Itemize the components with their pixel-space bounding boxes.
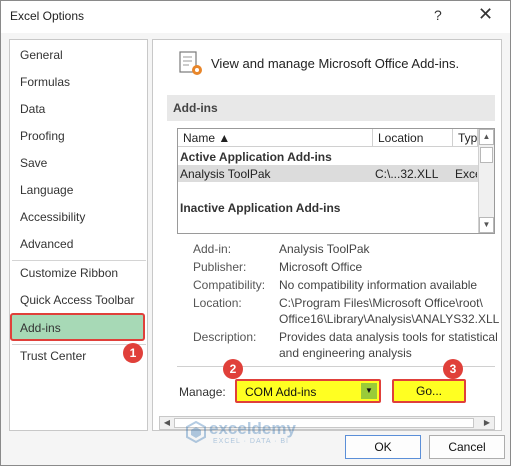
window-title: Excel Options [10, 9, 85, 23]
watermark-name: exceldemy [209, 419, 296, 438]
scroll-up-icon[interactable]: ▲ [479, 129, 494, 145]
sidebar-item-formulas[interactable]: Formulas [20, 75, 70, 89]
help-icon[interactable]: ? [434, 7, 442, 23]
watermark-logo-icon [186, 421, 206, 443]
annotation-badge-2: 2 [223, 359, 243, 379]
cancel-button[interactable]: Cancel [429, 435, 505, 459]
manage-dropdown[interactable]: COM Add-ins ▼ [235, 379, 381, 403]
sidebar-item-customize-ribbon[interactable]: Customize Ribbon [20, 266, 118, 280]
sidebar-item-save[interactable]: Save [20, 156, 47, 170]
group-title-inactive: Inactive Application Add-ins [180, 201, 341, 215]
detail-label-publisher: Publisher: [193, 260, 247, 274]
group-header: Inactive Application Add-ins [178, 199, 478, 216]
addins-gear-icon [179, 51, 202, 75]
watermark: exceldemy EXCEL · DATA · BI [185, 419, 335, 449]
ok-button[interactable]: OK [345, 435, 421, 459]
sidebar-divider [12, 260, 146, 261]
annotation-badge-3: 3 [443, 359, 463, 379]
grid-header: Name ▲ Location Type [178, 129, 478, 147]
scroll-right-icon[interactable]: ▶ [480, 417, 494, 429]
row-name: Analysis ToolPak [180, 167, 271, 181]
detail-value-location-2: Office16\Library\Analysis\ANALYS32.XLL [279, 312, 500, 326]
watermark-tagline: EXCEL · DATA · BI [213, 438, 289, 445]
options-sidebar: General Formulas Data Proofing Save Lang… [9, 39, 148, 431]
detail-value-publisher: Microsoft Office [279, 260, 363, 274]
row-type: Exce [455, 167, 477, 181]
row-location: C:\...32.XLL [375, 167, 439, 181]
scroll-down-icon[interactable]: ▼ [479, 217, 494, 233]
sidebar-item-quick-access-toolbar[interactable]: Quick Access Toolbar [20, 293, 135, 307]
section-header: Add-ins [167, 95, 495, 121]
sidebar-item-trust-center[interactable]: Trust Center [20, 349, 86, 363]
sidebar-item-addins[interactable]: Add-ins [20, 321, 61, 335]
sidebar-item-general[interactable]: General [20, 48, 63, 62]
detail-value-compatibility: No compatibility information available [279, 278, 478, 292]
close-icon[interactable]: ✕ [478, 4, 493, 25]
sidebar-item-data[interactable]: Data [20, 102, 45, 116]
detail-value-location-1: C:\Program Files\Microsoft Office\root\ [279, 296, 483, 310]
detail-label-location: Location: [193, 296, 242, 310]
column-header-location[interactable]: Location [373, 129, 453, 147]
scroll-thumb[interactable] [480, 147, 493, 163]
scroll-left-icon[interactable]: ◀ [160, 417, 174, 429]
chevron-down-icon[interactable]: ▼ [361, 383, 377, 399]
detail-label-description: Description: [193, 330, 257, 344]
detail-value-addin: Analysis ToolPak [279, 242, 370, 256]
manage-selected-value: COM Add-ins [245, 385, 317, 399]
group-title-active: Active Application Add-ins [180, 150, 332, 164]
detail-label-compatibility: Compatibility: [193, 278, 266, 292]
column-header-type[interactable]: Type [453, 129, 478, 147]
group-header: Active Application Add-ins [178, 148, 478, 165]
sidebar-item-accessibility[interactable]: Accessibility [20, 210, 85, 224]
column-header-name[interactable]: Name ▲ [178, 129, 373, 147]
go-button[interactable]: Go... [392, 379, 466, 403]
sidebar-item-advanced[interactable]: Advanced [20, 237, 73, 251]
excel-options-dialog: Excel Options ? ✕ General Formulas Data … [0, 0, 511, 466]
annotation-badge-1: 1 [123, 343, 143, 363]
sidebar-item-proofing[interactable]: Proofing [20, 129, 65, 143]
detail-value-description-1: Provides data analysis tools for statist… [279, 330, 498, 344]
section-title: Add-ins [173, 101, 218, 115]
grid-vertical-scrollbar[interactable]: ▲ ▼ [478, 129, 494, 233]
addins-grid[interactable]: Name ▲ Location Type Active Application … [177, 128, 495, 234]
title-bar: Excel Options ? ✕ [1, 1, 510, 33]
manage-label: Manage: [179, 385, 226, 399]
table-row[interactable]: Analysis ToolPak C:\...32.XLL Exce [178, 165, 478, 182]
detail-label-addin: Add-in: [193, 242, 232, 256]
detail-value-description-2: and engineering analysis [279, 346, 412, 360]
sidebar-item-language[interactable]: Language [20, 183, 73, 197]
panel-header: View and manage Microsoft Office Add-ins… [211, 56, 460, 71]
